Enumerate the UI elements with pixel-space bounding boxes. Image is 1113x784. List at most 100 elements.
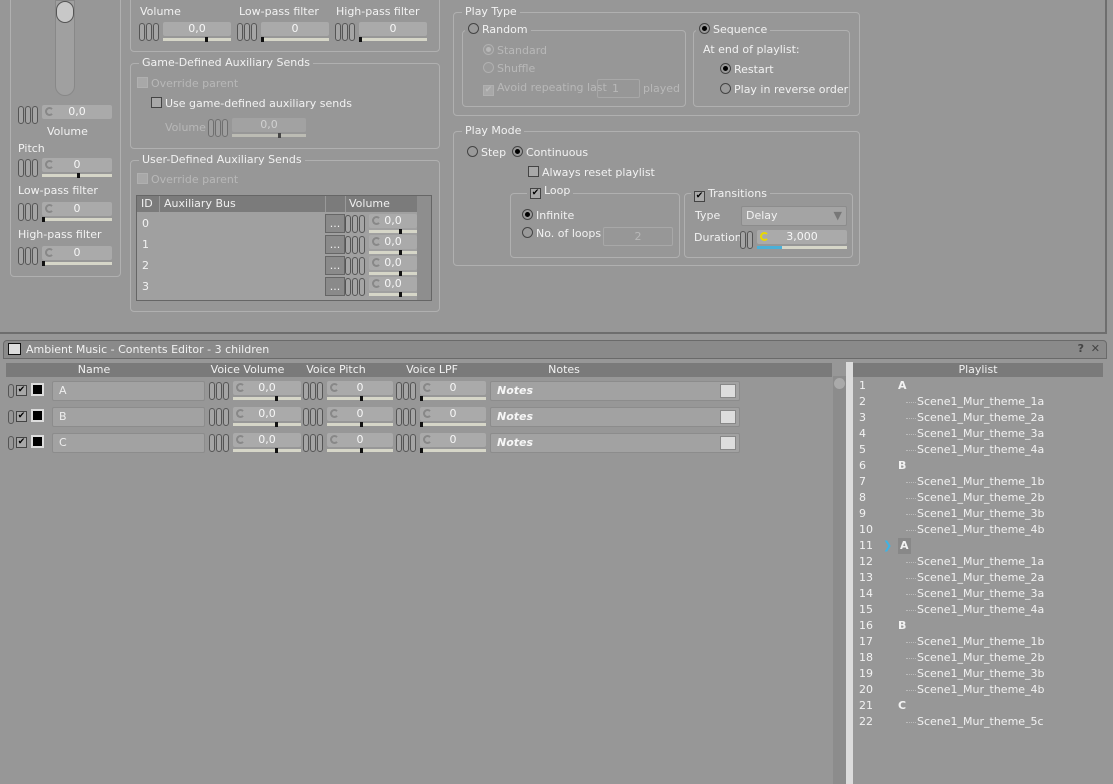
step-radio[interactable]: Step [467, 146, 506, 159]
aux-volume-field[interactable]: 0,0 [345, 255, 417, 277]
playlist-item[interactable]: 18 Scene1_Mur_theme_2b [853, 650, 1105, 666]
output-volume-field[interactable]: 0,0 [139, 21, 231, 43]
include-checkbox[interactable]: ✔ [16, 385, 27, 396]
playlist-item[interactable]: 1A [853, 378, 1105, 394]
output-lpf-field[interactable]: 0 [237, 21, 329, 43]
link-icon[interactable] [303, 408, 325, 426]
voice-lpf-field[interactable]: 0 [396, 380, 486, 402]
aux-row[interactable]: 0... 0,0 [137, 213, 417, 234]
expand-notes-icon[interactable] [720, 410, 736, 424]
link-icon[interactable] [18, 203, 40, 221]
playlist-item[interactable]: 22 Scene1_Mur_theme_5c [853, 714, 1105, 730]
volume-field[interactable]: 0,0 [18, 104, 112, 126]
playlist-item[interactable]: 21 C [853, 698, 1105, 714]
link-icon[interactable] [345, 257, 367, 275]
duration-field[interactable]: 3,000 [740, 229, 847, 251]
browse-bus-button[interactable]: ... [325, 214, 345, 233]
browse-bus-button[interactable]: ... [325, 235, 345, 254]
playlist-item[interactable]: 9 Scene1_Mur_theme_3b [853, 506, 1105, 522]
restart-radio[interactable]: Restart [720, 63, 774, 76]
splitter[interactable] [846, 362, 853, 784]
help-button[interactable]: ? [1078, 342, 1084, 355]
link-icon[interactable] [303, 434, 325, 452]
playlist-item[interactable]: 19 Scene1_Mur_theme_3b [853, 666, 1105, 682]
continuous-radio[interactable]: Continuous [512, 146, 588, 159]
playlist-item[interactable]: 3 Scene1_Mur_theme_2a [853, 410, 1105, 426]
playlist-item[interactable]: 15 Scene1_Mur_theme_4a [853, 602, 1105, 618]
name-field[interactable]: A [52, 381, 205, 401]
transition-type-dropdown[interactable]: Delay ▼ [741, 206, 847, 226]
always-reset-checkbox[interactable]: Always reset playlist [528, 166, 655, 179]
name-field[interactable]: C [52, 433, 205, 453]
link-icon[interactable] [18, 159, 40, 177]
voice-volume-field[interactable]: 0,0 [209, 406, 301, 428]
voice-pitch-field[interactable]: 0 [303, 406, 393, 428]
browse-bus-button[interactable]: ... [325, 277, 345, 296]
playlist-item[interactable]: 20 Scene1_Mur_theme_4b [853, 682, 1105, 698]
loops-radio[interactable]: No. of loops [522, 227, 601, 240]
playlist-item[interactable]: 12 Scene1_Mur_theme_1a [853, 554, 1105, 570]
col-voice-pitch[interactable]: Voice Pitch [300, 363, 372, 377]
notes-field[interactable]: Notes [490, 381, 740, 401]
playlist-item[interactable]: 16 B [853, 618, 1105, 634]
link-icon[interactable] [345, 236, 367, 254]
output-hpf-field[interactable]: 0 [335, 21, 427, 43]
link-icon[interactable] [345, 278, 367, 296]
lpf-field[interactable]: 0 [18, 201, 112, 223]
pitch-field[interactable]: 0 [18, 157, 112, 179]
voice-pitch-field[interactable]: 0 [303, 432, 393, 454]
playlist-item[interactable]: 17 Scene1_Mur_theme_1b [853, 634, 1105, 650]
playlist-item[interactable]: 11 ❯ A [853, 538, 1105, 554]
playlist-item[interactable]: 14 Scene1_Mur_theme_3a [853, 586, 1105, 602]
voice-pitch-field[interactable]: 0 [303, 380, 393, 402]
link-icon[interactable] [209, 434, 231, 452]
playlist-item[interactable]: 13 Scene1_Mur_theme_2a [853, 570, 1105, 586]
aux-row[interactable]: 3... 0,0 [137, 276, 417, 297]
aux-row[interactable]: 2... 0,0 [137, 255, 417, 276]
child-row[interactable]: ✔ C 0,0 0 0 Notes [6, 432, 746, 454]
link-icon[interactable] [209, 408, 231, 426]
aux-volume-field[interactable]: 0,0 [345, 276, 417, 298]
vertical-scrollbar[interactable] [833, 376, 846, 784]
expand-notes-icon[interactable] [720, 384, 736, 398]
use-game-aux-checkbox[interactable]: Use game-defined auxiliary sends [151, 97, 352, 110]
scrollbar[interactable] [417, 196, 431, 300]
col-voice-volume[interactable]: Voice Volume [205, 363, 290, 377]
voice-lpf-field[interactable]: 0 [396, 406, 486, 428]
close-button[interactable]: ✕ [1091, 342, 1100, 355]
aux-row[interactable]: 1... 0,0 [137, 234, 417, 255]
infinite-radio[interactable]: Infinite [522, 209, 574, 222]
link-icon[interactable] [396, 382, 418, 400]
hpf-field[interactable]: 0 [18, 245, 112, 267]
col-voice-lpf[interactable]: Voice LPF [398, 363, 466, 377]
sequence-radio[interactable]: Sequence [696, 23, 771, 36]
link-icon[interactable] [18, 106, 40, 124]
link-icon[interactable] [396, 434, 418, 452]
drag-handle[interactable] [8, 436, 14, 450]
volume-fader[interactable] [55, 0, 75, 96]
aux-volume-field[interactable]: 0,0 [345, 213, 417, 235]
notes-field[interactable]: Notes [490, 407, 740, 427]
link-icon[interactable] [209, 382, 231, 400]
expand-notes-icon[interactable] [720, 436, 736, 450]
drag-handle[interactable] [8, 384, 14, 398]
aux-volume-field[interactable]: 0,0 [345, 234, 417, 256]
voice-lpf-field[interactable]: 0 [396, 432, 486, 454]
random-radio[interactable]: Random [465, 23, 531, 36]
playlist-item[interactable]: 10 Scene1_Mur_theme_4b [853, 522, 1105, 538]
playlist-item[interactable]: 5 Scene1_Mur_theme_4a [853, 442, 1105, 458]
child-row[interactable]: ✔ B 0,0 0 0 Notes [6, 406, 746, 428]
col-name[interactable]: Name [52, 363, 136, 377]
playlist-item[interactable]: 7 Scene1_Mur_theme_1b [853, 474, 1105, 490]
scroll-up-icon[interactable] [834, 378, 845, 389]
playlist-item[interactable]: 2 Scene1_Mur_theme_1a [853, 394, 1105, 410]
link-icon[interactable] [345, 215, 367, 233]
child-row[interactable]: ✔ A 0,0 0 0 Notes [6, 380, 746, 402]
notes-field[interactable]: Notes [490, 433, 740, 453]
playlist-item[interactable]: 6B [853, 458, 1105, 474]
include-checkbox[interactable]: ✔ [16, 411, 27, 422]
playlist-item[interactable]: 4 Scene1_Mur_theme_3a [853, 426, 1105, 442]
col-notes[interactable]: Notes [520, 363, 608, 377]
voice-volume-field[interactable]: 0,0 [209, 380, 301, 402]
link-icon[interactable] [396, 408, 418, 426]
